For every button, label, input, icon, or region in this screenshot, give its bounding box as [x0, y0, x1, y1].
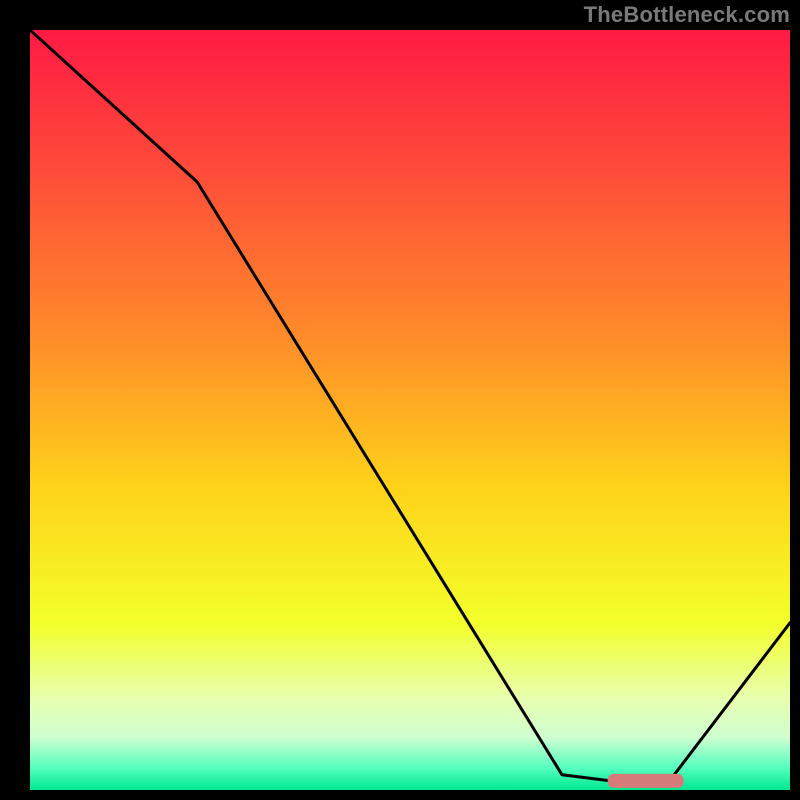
gradient-background: [30, 30, 790, 790]
bottleneck-chart: [30, 30, 790, 790]
optimal-range-marker: [608, 774, 684, 788]
watermark-text: TheBottleneck.com: [584, 2, 790, 28]
chart-frame: TheBottleneck.com: [0, 0, 800, 800]
plot-area: [30, 30, 790, 790]
